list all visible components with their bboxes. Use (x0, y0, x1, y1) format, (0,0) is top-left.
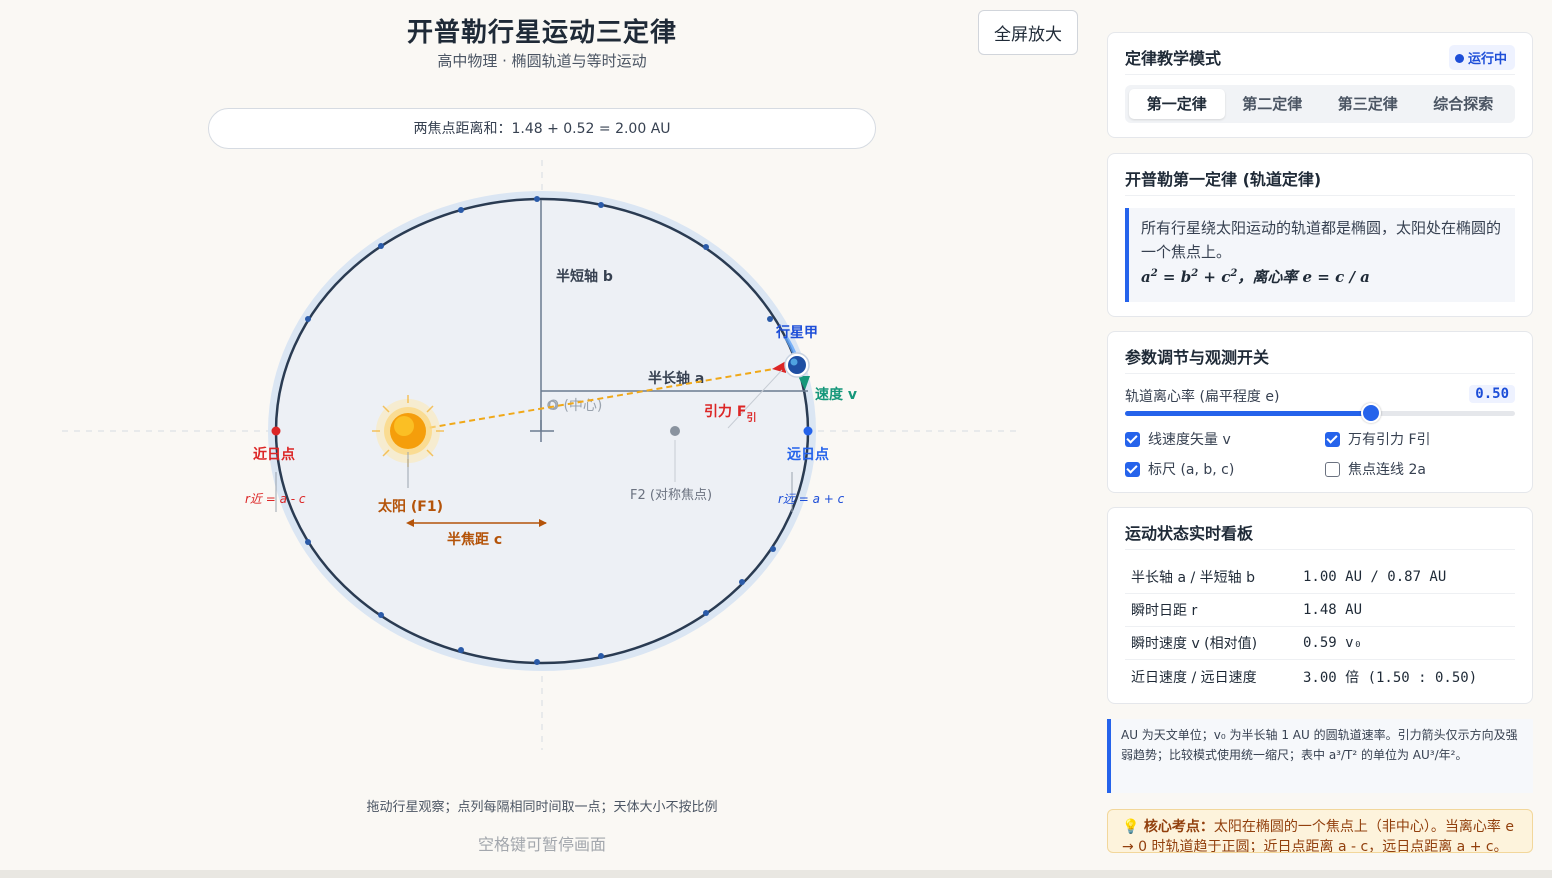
eccentricity-slider[interactable] (1125, 403, 1515, 423)
checkbox-checked-icon[interactable] (1325, 431, 1340, 447)
law-tabs: 第一定律 第二定律 第三定律 综合探索 (1125, 85, 1515, 123)
checkbox-checked-icon[interactable] (1125, 431, 1140, 447)
status-badge: 运行中 (1448, 45, 1515, 70)
eccentricity-value: 0.50 (1469, 385, 1515, 403)
key-point-tip: 💡 核心考点：太阳在椭圆的一个焦点上（非中心）。当离心率 e → 0 时轨道趋于… (1107, 809, 1533, 853)
focus-distance-sum: 两焦点距离和：1.48 + 0.52 = 2.00 AU (208, 108, 876, 149)
dashboard-card: 运动状态实时看板 半长轴 a / 半短轴 b 1.00 AU / 0.87 AU … (1107, 507, 1533, 704)
r-near-label: r近 = a - c (245, 492, 306, 506)
slider-thumb[interactable] (1360, 403, 1381, 423)
toggle-velocity[interactable]: 线速度矢量 v (1125, 429, 1231, 449)
tab-second-law[interactable]: 第二定律 (1225, 89, 1321, 119)
checkbox-unchecked-icon[interactable] (1325, 461, 1340, 477)
semi-minor-label: 半短轴 b (556, 268, 613, 285)
toggle-gravity[interactable]: 万有引力 F引 (1325, 429, 1431, 449)
params-card: 参数调节与观测开关 轨道离心率 (扁平程度 e) 0.50 线速度矢量 v 万有… (1107, 331, 1533, 493)
interaction-hint: 拖动行星观察；点列每隔相同时间取一点；天体大小不按比例 (366, 800, 718, 815)
f2-marker (670, 426, 680, 436)
aphelion-label: 远日点 (787, 446, 829, 463)
law-card-title: 开普勒第一定律 (轨道定律) (1125, 170, 1322, 189)
tab-third-law[interactable]: 第三定律 (1320, 89, 1416, 119)
bottom-scrollbar[interactable] (0, 870, 1552, 878)
perihelion-marker (271, 426, 281, 436)
dashboard-title: 运动状态实时看板 (1125, 524, 1254, 543)
tab-first-law[interactable]: 第一定律 (1129, 89, 1225, 119)
fullscreen-button[interactable]: 全屏放大 (978, 10, 1078, 55)
mode-card: 定律教学模式 运行中 第一定律 第二定律 第三定律 综合探索 (1107, 32, 1533, 138)
law-text: 所有行星绕太阳运动的轨道都是椭圆，太阳处在椭圆的一个焦点上。 (1141, 219, 1502, 261)
units-note: AU 为天文单位；v₀ 为半长轴 1 AU 的圆轨道速率。引力箭头仅示方向及强弱… (1107, 719, 1533, 793)
dashboard-row: 近日速度 / 远日速度 3.00 倍 (1.50 : 0.50) (1131, 669, 1478, 686)
law-card: 开普勒第一定律 (轨道定律) 所有行星绕太阳运动的轨道都是椭圆，太阳处在椭圆的一… (1107, 153, 1533, 317)
r-far-label: r远 = a + c (778, 492, 845, 506)
params-card-title: 参数调节与观测开关 (1125, 348, 1270, 367)
aphelion-marker (803, 426, 813, 436)
dashboard-row: 瞬时日距 r 1.48 AU (1125, 594, 1515, 627)
page-title: 开普勒行星运动三定律 (406, 18, 677, 48)
semi-major-label: 半长轴 a (648, 370, 704, 387)
checkbox-checked-icon[interactable] (1125, 461, 1140, 477)
law-formula: a2 = b2 + c2，离心率 e = c / a (1141, 268, 1370, 286)
page-subtitle: 高中物理 · 椭圆轨道与等时运动 (437, 52, 647, 70)
orbit-diagram[interactable]: 半短轴 b 半长轴 a O (中心) 引力 F引 速度 v 行星甲 近日点 r近… (0, 150, 1090, 750)
simulation-stage: 开普勒行星运动三定律 高中物理 · 椭圆轨道与等时运动 全屏放大 两焦点距离和：… (0, 0, 1090, 870)
planet-icon[interactable] (788, 356, 806, 374)
dashboard-row: 半长轴 a / 半短轴 b 1.00 AU / 0.87 AU (1125, 561, 1515, 594)
pause-hint: 空格键可暂停画面 (477, 835, 606, 854)
toggle-scale[interactable]: 标尺 (a, b, c) (1125, 459, 1234, 479)
eccentricity-label: 轨道离心率 (扁平程度 e) (1125, 389, 1280, 405)
dashboard-row: 瞬时速度 v (相对值) 0.59 v₀ (1125, 627, 1515, 660)
sun-label: 太阳 (F1) (378, 498, 443, 515)
lightbulb-icon: 💡 (1122, 819, 1140, 835)
toggle-focus-line[interactable]: 焦点连线 2a (1325, 459, 1426, 479)
focal-distance-label: 半焦距 c (447, 531, 502, 548)
perihelion-label: 近日点 (253, 446, 295, 463)
tab-explore[interactable]: 综合探索 (1416, 89, 1512, 119)
f2-label: F2 (对称焦点) (630, 488, 712, 503)
planet-label: 行星甲 (775, 324, 818, 341)
center-label: O (中心) (548, 398, 602, 414)
law-description: 所有行星绕太阳运动的轨道都是椭圆，太阳处在椭圆的一个焦点上。 a2 = b2 +… (1125, 208, 1515, 302)
velocity-label: 速度 v (815, 386, 857, 403)
